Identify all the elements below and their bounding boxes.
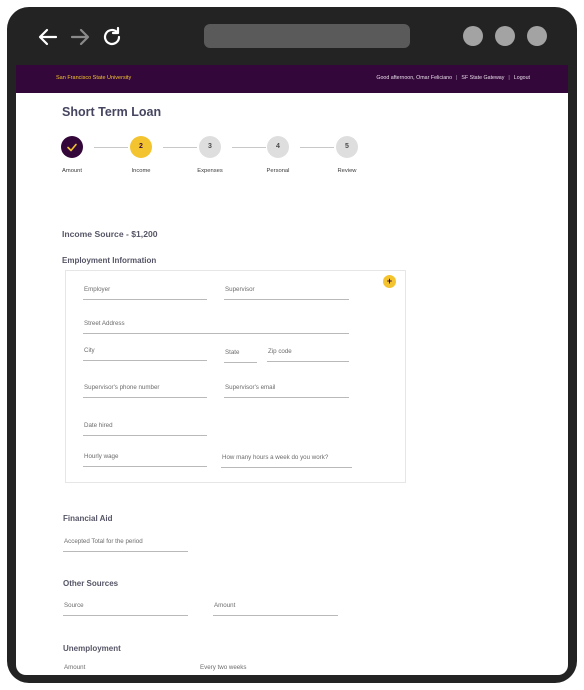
window-control-dot[interactable] bbox=[495, 26, 515, 46]
accepted-total-field[interactable]: Accepted Total for the period bbox=[63, 536, 188, 552]
logout-link[interactable]: Logout bbox=[514, 75, 530, 81]
step-label: Expenses bbox=[197, 168, 223, 174]
field-placeholder: Source bbox=[64, 602, 84, 609]
step-label: Income bbox=[131, 168, 151, 174]
window-control-dot[interactable] bbox=[463, 26, 483, 46]
supervisor-phone-field[interactable]: Supervisor's phone number bbox=[83, 382, 207, 398]
field-placeholder: Supervisor bbox=[225, 286, 255, 293]
greeting-text: Good afternoon, Omar Feliciano bbox=[376, 75, 453, 81]
step-number: 3 bbox=[199, 136, 221, 158]
unemployment-frequency-field[interactable]: Every two weeks bbox=[199, 662, 324, 675]
income-source-heading: Income Source - $1,200 bbox=[62, 229, 158, 239]
field-placeholder: Employer bbox=[84, 286, 111, 293]
field-placeholder: Date hired bbox=[84, 422, 113, 429]
browser-toolbar bbox=[7, 7, 577, 65]
field-placeholder: Amount bbox=[214, 602, 236, 609]
other-amount-field[interactable]: Amount bbox=[213, 600, 338, 616]
reload-icon[interactable] bbox=[100, 25, 124, 49]
header-user-links: Good afternoon, Omar Feliciano | SF State … bbox=[376, 75, 530, 81]
page-title: Short Term Loan bbox=[62, 105, 162, 119]
step-label: Amount bbox=[62, 168, 82, 174]
step-number: 4 bbox=[267, 136, 289, 158]
source-field[interactable]: Source bbox=[63, 600, 188, 616]
hourly-wage-field[interactable]: Hourly wage bbox=[83, 451, 207, 467]
add-employer-button[interactable]: + bbox=[383, 275, 396, 288]
other-sources-title: Other Sources bbox=[63, 579, 119, 588]
stepper-connector bbox=[163, 147, 197, 148]
employment-section-title: Employment Information bbox=[62, 256, 157, 265]
gateway-link[interactable]: SF State Gateway bbox=[461, 75, 504, 81]
check-icon bbox=[61, 136, 83, 158]
employer-field[interactable]: Employer bbox=[83, 284, 207, 300]
field-placeholder: Every two weeks bbox=[200, 664, 247, 671]
stepper-connector bbox=[232, 147, 266, 148]
field-placeholder: Amount bbox=[64, 664, 86, 671]
step-label: Review bbox=[337, 168, 357, 174]
stepper-connector bbox=[300, 147, 334, 148]
state-field[interactable]: State bbox=[224, 347, 257, 363]
zip-code-field[interactable]: Zip code bbox=[267, 346, 349, 362]
device-frame: San Francisco State University Good afte… bbox=[7, 7, 577, 683]
separator: | bbox=[456, 75, 458, 81]
step-label: Personal bbox=[266, 168, 290, 174]
step-number: 2 bbox=[130, 136, 152, 158]
date-hired-field[interactable]: Date hired bbox=[83, 420, 207, 436]
field-placeholder: State bbox=[225, 349, 240, 356]
field-placeholder: Hourly wage bbox=[84, 453, 119, 460]
web-content: San Francisco State University Good afte… bbox=[16, 65, 568, 675]
field-placeholder: How many hours a week do you work? bbox=[222, 454, 329, 461]
window-control-dot[interactable] bbox=[527, 26, 547, 46]
unemployment-amount-field[interactable]: Amount bbox=[63, 662, 188, 675]
separator: | bbox=[508, 75, 510, 81]
university-name[interactable]: San Francisco State University bbox=[56, 75, 131, 81]
street-address-field[interactable]: Street Address bbox=[83, 318, 349, 334]
forward-arrow-icon[interactable] bbox=[68, 25, 92, 49]
field-placeholder: Accepted Total for the period bbox=[64, 538, 143, 545]
field-placeholder: Street Address bbox=[84, 320, 125, 327]
supervisor-email-field[interactable]: Supervisor's email bbox=[224, 382, 349, 398]
hours-per-week-field[interactable]: How many hours a week do you work? bbox=[221, 452, 352, 468]
step-number: 5 bbox=[336, 136, 358, 158]
supervisor-field[interactable]: Supervisor bbox=[224, 284, 349, 300]
city-field[interactable]: City bbox=[83, 345, 207, 361]
field-placeholder: Zip code bbox=[268, 348, 292, 355]
address-bar[interactable] bbox=[204, 24, 410, 48]
stepper-connector bbox=[94, 147, 128, 148]
field-placeholder: City bbox=[84, 347, 95, 354]
unemployment-title: Unemployment bbox=[63, 644, 121, 653]
field-placeholder: Supervisor's email bbox=[225, 384, 276, 391]
app-header: San Francisco State University Good afte… bbox=[16, 65, 568, 93]
back-arrow-icon[interactable] bbox=[36, 25, 60, 49]
field-placeholder: Supervisor's phone number bbox=[84, 384, 160, 391]
financial-aid-title: Financial Aid bbox=[63, 514, 113, 523]
